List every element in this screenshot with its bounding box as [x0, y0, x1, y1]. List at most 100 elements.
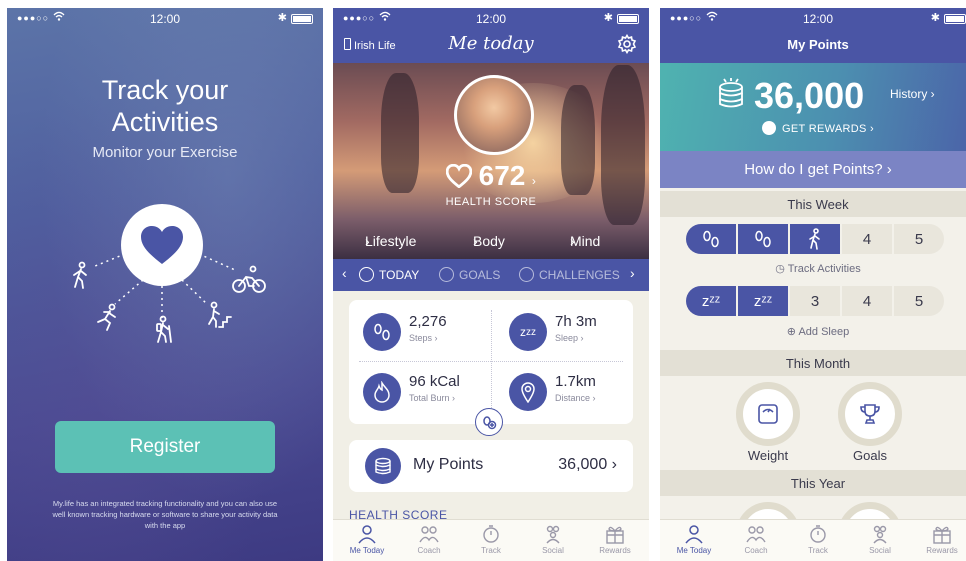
status-bar: ●●●○○ 12:00 ✱: [660, 8, 966, 30]
gear-icon[interactable]: [617, 34, 637, 54]
add-sleep-link[interactable]: ⊕ Add Sleep: [660, 325, 966, 338]
how-to-get-points-button[interactable]: How do I get Points? ›: [660, 151, 966, 188]
running-icon: [97, 303, 116, 331]
heart-icon: [446, 164, 473, 188]
avatar[interactable]: [454, 75, 534, 155]
nav-social[interactable]: Social: [850, 524, 910, 555]
nav-me-today[interactable]: Me Today: [664, 524, 724, 555]
app-title: Me today: [448, 33, 534, 54]
this-month-header: This Month: [660, 350, 966, 376]
stopwatch-icon: [483, 525, 499, 543]
bottom-nav: Me Today Coach Track Social Rewards: [333, 519, 649, 561]
social-icon: [546, 525, 560, 544]
weight-label: Weight: [747, 448, 789, 463]
tab-bar: ‹ TODAY GOALS CHALLENGES ›: [333, 259, 649, 291]
sleep-day-5[interactable]: 5: [894, 286, 944, 316]
body-link[interactable]: Body ›: [473, 233, 505, 249]
steps-stat[interactable]: 2,276 Steps ›: [363, 310, 493, 360]
nav-track[interactable]: Track: [788, 524, 848, 555]
nav-social[interactable]: Social: [523, 524, 583, 555]
my-points-card[interactable]: My Points 36,000 ›: [349, 440, 633, 492]
gift-icon: [762, 121, 777, 135]
add-activity-button[interactable]: [475, 408, 503, 436]
tab-today[interactable]: TODAY: [359, 267, 419, 282]
my-points-screen: ●●●○○ 12:00 ✱ My Points 36,000 History ›…: [660, 8, 966, 561]
my-points-label: My Points: [413, 456, 484, 473]
gift-icon: [606, 526, 624, 544]
user-icon: [359, 267, 374, 282]
trophy-icon: [860, 404, 880, 424]
onboarding-screen: ●●●○○ 12:00 ✱ Track your Activities Moni…: [7, 8, 323, 561]
lifestyle-link[interactable]: Lifestyle ›: [365, 233, 416, 249]
goals-badge[interactable]: [838, 382, 902, 446]
total-burn-stat[interactable]: 96 kCal Total Burn ›: [363, 370, 493, 420]
activity-day-5[interactable]: 5: [894, 224, 944, 254]
walking-icon: [809, 228, 820, 250]
tab-goals[interactable]: GOALS: [439, 267, 500, 282]
status-time: 12:00: [475, 12, 507, 26]
tab-challenges[interactable]: CHALLENGES: [519, 267, 620, 282]
heart-badge: [121, 204, 203, 286]
nav-track[interactable]: Track: [461, 524, 521, 555]
points-summary: 36,000 History › GET REWARDS ›: [660, 63, 966, 151]
mind-link[interactable]: Mind ›: [570, 233, 600, 249]
hero-banner: 672 › HEALTH SCORE Lifestyle › Body › Mi…: [333, 63, 649, 259]
this-year-header: This Year: [660, 470, 966, 496]
coins-icon: [365, 448, 401, 484]
weight-badge[interactable]: [736, 382, 800, 446]
me-today-screen: ●●●○○ 12:00 ✱ Irish Life Me today 672 › …: [333, 8, 649, 561]
coach-icon: [746, 526, 766, 543]
sleep-day-2[interactable]: zᶻᶻ: [738, 286, 788, 316]
scale-icon: [758, 404, 778, 424]
location-pin-icon: [509, 373, 547, 411]
divider: [359, 361, 623, 362]
sleep-icon: zzz: [509, 313, 547, 351]
sleep-day-4[interactable]: 4: [842, 286, 892, 316]
nav-me-today[interactable]: Me Today: [337, 524, 397, 555]
heart-icon: [141, 226, 183, 264]
nav-coach[interactable]: Coach: [399, 524, 459, 555]
walking-icon: [73, 261, 87, 289]
add-icon: [483, 416, 497, 430]
bluetooth-icon: ✱: [603, 12, 613, 24]
track-activities-link[interactable]: ◷ Track Activities: [660, 262, 966, 275]
sleep-stat[interactable]: zzz 7h 3m Sleep ›: [509, 310, 639, 360]
chevron-right-icon: ›: [531, 174, 536, 188]
hero-links: Lifestyle › Body › Mind ›: [333, 233, 649, 253]
health-score-label: HEALTH SCORE: [445, 196, 537, 208]
activity-day-2[interactable]: [738, 224, 788, 254]
nav-rewards[interactable]: Rewards: [585, 524, 645, 555]
activity-days: 4 5: [686, 224, 944, 254]
goals-icon: [439, 267, 454, 282]
status-time: 12:00: [802, 12, 834, 26]
history-link[interactable]: History ›: [890, 87, 935, 101]
gift-icon: [933, 526, 951, 544]
disclaimer-text: My.life has an integrated tracking funct…: [52, 499, 278, 530]
chevron-right-icon[interactable]: ›: [630, 265, 635, 281]
battery-icon: [944, 14, 966, 24]
sleep-day-1[interactable]: zᶻᶻ: [686, 286, 736, 316]
this-week-header: This Week: [660, 191, 966, 217]
coins-icon: [719, 78, 743, 108]
person-icon: [358, 525, 376, 544]
chevron-left-icon[interactable]: ‹: [342, 265, 347, 281]
distance-stat[interactable]: 1.7km Distance ›: [509, 370, 639, 420]
challenges-icon: [519, 267, 534, 282]
stats-card: 2,276 Steps › zzz 7h 3m Sleep › 96 kCal …: [349, 300, 633, 424]
flame-icon: [363, 373, 401, 411]
get-rewards-link[interactable]: GET REWARDS ›: [660, 121, 966, 135]
sleep-days: zᶻᶻ zᶻᶻ 3 4 5: [686, 286, 944, 316]
coach-icon: [419, 526, 439, 543]
bottom-nav: Me Today Coach Track Social Rewards: [660, 519, 966, 561]
sleep-day-3[interactable]: 3: [790, 286, 840, 316]
nav-coach[interactable]: Coach: [726, 524, 786, 555]
cycling-icon: [232, 265, 266, 293]
register-button[interactable]: Register: [55, 421, 275, 473]
person-icon: [685, 525, 703, 544]
activity-day-1[interactable]: [686, 224, 736, 254]
activity-day-4[interactable]: 4: [842, 224, 892, 254]
health-score[interactable]: 672 ›: [333, 160, 649, 192]
nav-rewards[interactable]: Rewards: [912, 524, 966, 555]
activity-day-3[interactable]: [790, 224, 840, 254]
battery-icon: [617, 14, 639, 24]
